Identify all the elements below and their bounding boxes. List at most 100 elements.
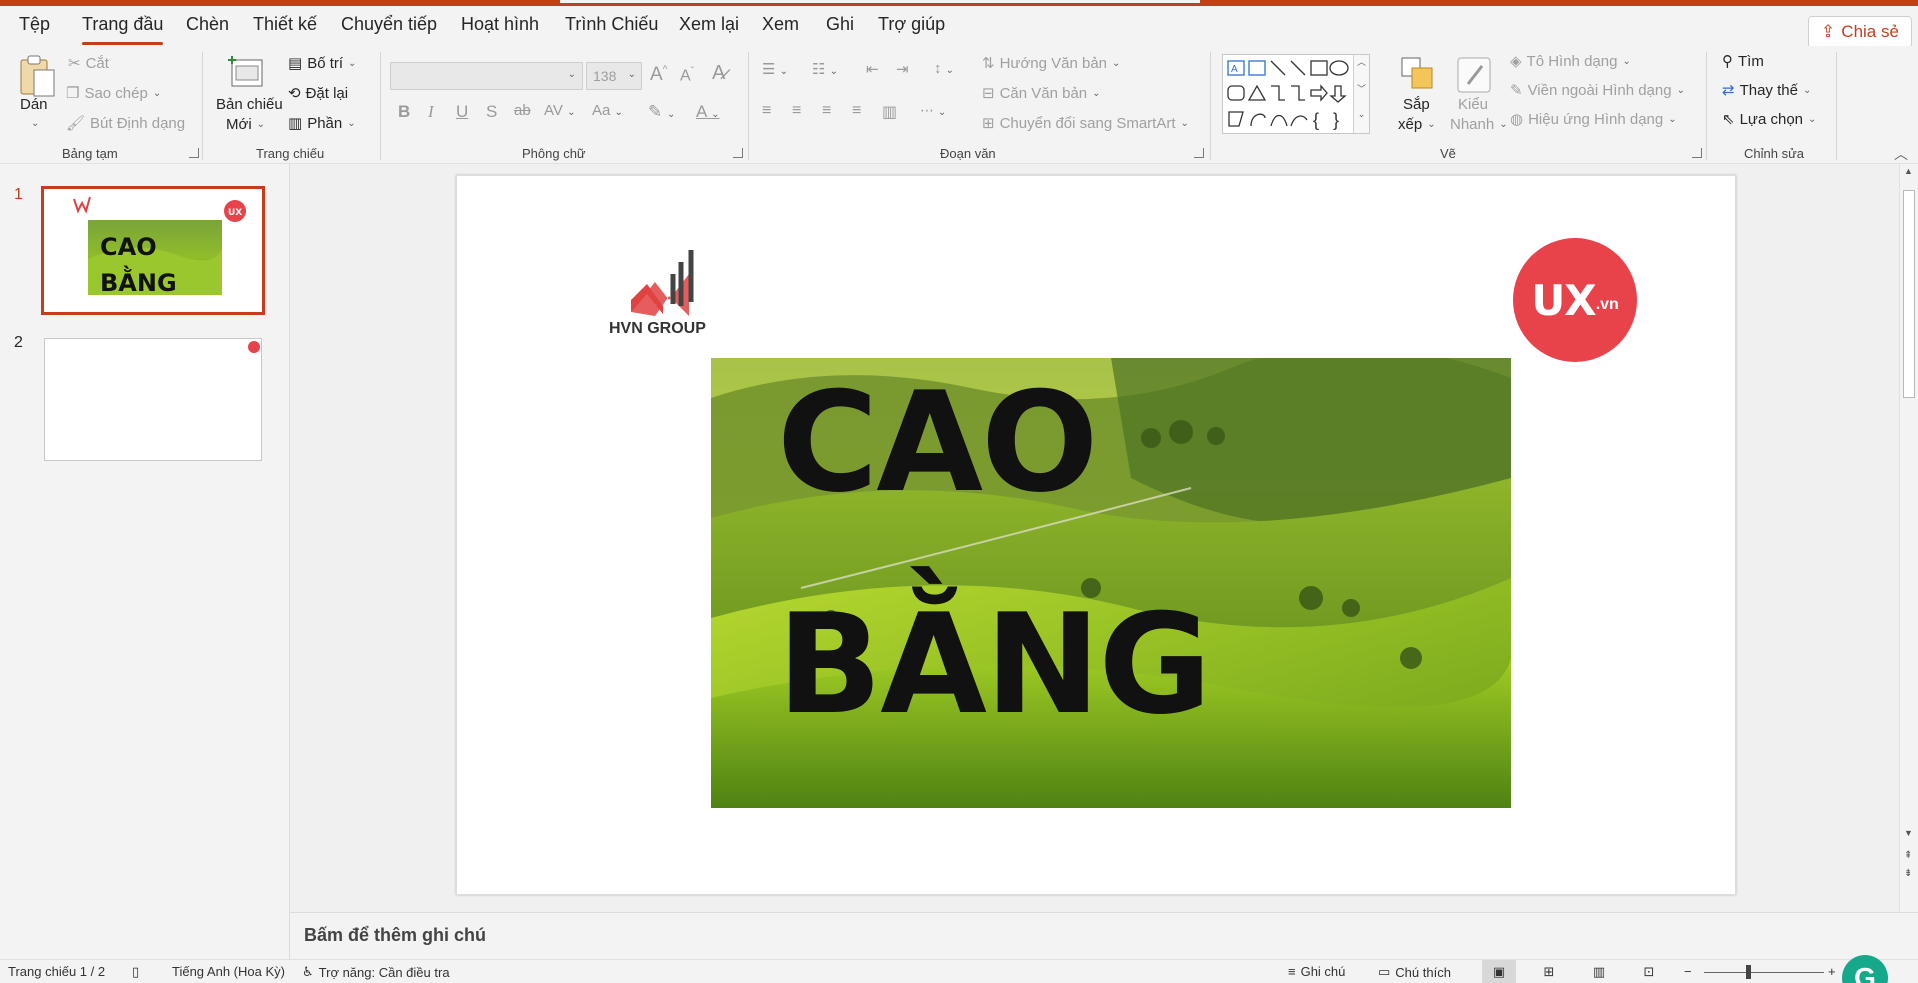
svg-text:UX: UX [228, 208, 242, 218]
share-button[interactable]: ⇪ Chia sẻ [1808, 16, 1912, 48]
smartart-button[interactable]: ⊞ Chuyển đổi sang SmartArt ⌄ [982, 114, 1189, 133]
format-painter-button[interactable]: 🖌 Bút Định dạng [66, 114, 185, 133]
justify-icon[interactable]: ≡ [852, 102, 861, 120]
reset-button[interactable]: ⟲ Đặt lại [288, 84, 348, 103]
tab-home[interactable]: Trang đầu [82, 14, 164, 45]
bullets-icon[interactable]: ☰ ⌄ [762, 60, 788, 78]
svg-text:}: } [1333, 110, 1339, 130]
prev-slide-icon[interactable]: ⇞ [1904, 850, 1912, 861]
scroll-down-icon[interactable]: ▼ [1904, 828, 1913, 838]
zoom-in-icon[interactable]: + [1828, 964, 1836, 979]
bold-button[interactable]: B [398, 102, 410, 122]
reading-view-button[interactable]: ▥ [1582, 960, 1616, 983]
slide-thumbnail-1[interactable]: UX CAO BẰNG [41, 186, 265, 315]
sorter-view-button[interactable]: ⊞ [1532, 960, 1566, 983]
tab-transitions[interactable]: Chuyển tiếp [341, 14, 437, 44]
notes-pane[interactable]: Bấm để thêm ghi chú [290, 912, 1918, 959]
align-text-button[interactable]: ⊟ Căn Văn bản ⌄ [982, 84, 1101, 103]
normal-view-button[interactable]: ▣ [1482, 960, 1516, 983]
section-button[interactable]: ▥ Phần ⌄ [288, 114, 356, 133]
accessibility-button[interactable]: ♿ Trợ năng: Cần điều tra [302, 964, 450, 980]
quick-styles-button[interactable] [1454, 54, 1494, 99]
current-slide[interactable]: HVN GROUP UX .vn CAO BẰNG [456, 175, 1736, 895]
underline-button[interactable]: U [456, 102, 468, 122]
language-indicator[interactable]: Tiếng Anh (Hoa Kỳ) [172, 964, 285, 979]
shape-effects-button[interactable]: ◍ Hiệu ứng Hình dạng ⌄ [1510, 110, 1677, 129]
shapes-gallery[interactable]: A {} ︿ ﹀ ⌄ [1222, 54, 1370, 134]
new-slide-button[interactable] [226, 54, 266, 99]
grow-font-button[interactable]: A^ [650, 64, 667, 86]
strikethrough-button[interactable]: ab [514, 102, 531, 119]
decrease-indent-icon[interactable]: ⇤ [866, 60, 879, 78]
text-direction-button[interactable]: ⇅ Hướng Văn bản ⌄ [982, 54, 1120, 73]
font-color-button[interactable]: A ⌄ [696, 102, 720, 122]
shape-fill-button[interactable]: ◈ Tô Hình dạng ⌄ [1510, 52, 1631, 71]
ribbon: Dán ⌄ ✂ Cắt ❐ Sao chép ⌄ 🖌 Bút Định dạng Bản… [0, 46, 1918, 164]
highlight-icon[interactable]: ✎ ⌄ [648, 102, 675, 122]
gallery-scroll[interactable]: ︿ ﹀ ⌄ [1353, 55, 1369, 133]
select-button[interactable]: ⇖ Lựa chọn ⌄ [1722, 110, 1816, 129]
find-button[interactable]: ⚲ Tìm [1722, 52, 1764, 71]
font-name-select[interactable]: ⌄ [390, 62, 583, 90]
thumb-2-preview [248, 341, 260, 353]
char-spacing-button[interactable]: AV ⌄ [544, 102, 575, 119]
scroll-thumb[interactable] [1903, 190, 1915, 398]
arrange-button[interactable] [1398, 54, 1438, 99]
numbering-icon[interactable]: ☷ ⌄ [812, 60, 838, 78]
tab-animations[interactable]: Hoạt hình [461, 14, 539, 44]
spellcheck-icon[interactable]: ▯ [132, 964, 139, 980]
arrange-label-2: xếp ⌄ [1398, 116, 1436, 133]
chevron-down-icon: ⌄ [567, 69, 576, 80]
tab-design[interactable]: Thiết kế [253, 14, 317, 44]
align-center-icon[interactable]: ≡ [792, 102, 801, 120]
status-bar: Trang chiếu 1 / 2 ▯ Tiếng Anh (Hoa Kỳ) ♿… [0, 959, 1918, 983]
drawing-launcher-icon[interactable] [1692, 148, 1702, 158]
paragraph-launcher-icon[interactable] [1194, 148, 1204, 158]
clear-format-icon[interactable]: A̷ [712, 62, 725, 85]
change-case-button[interactable]: Aa ⌄ [592, 102, 623, 119]
shrink-font-button[interactable]: Aˇ [680, 66, 694, 85]
line-spacing-icon[interactable]: ↕ ⌄ [934, 60, 954, 77]
next-slide-icon[interactable]: ⇟ [1904, 868, 1912, 879]
increase-indent-icon[interactable]: ⇥ [896, 60, 909, 78]
slide-thumbnail-2[interactable] [44, 338, 262, 461]
paragraph-label: Đoạn văn [940, 146, 996, 161]
chevron-down-icon[interactable]: ⌄ [31, 118, 39, 129]
zoom-slider[interactable] [1704, 972, 1824, 973]
search-icon: ⚲ [1722, 53, 1733, 70]
tab-view[interactable]: Xem [762, 14, 799, 44]
layout-button[interactable]: ▤ Bố trí ⌄ [288, 54, 356, 73]
slideshow-view-button[interactable]: ⊡ [1632, 960, 1666, 983]
font-label: Phông chữ [522, 146, 586, 161]
scroll-up-icon[interactable]: ▲ [1904, 166, 1913, 176]
zoom-out-icon[interactable]: − [1684, 964, 1692, 979]
tab-review[interactable]: Xem lại [679, 14, 739, 44]
align-left-icon[interactable]: ≡ [762, 102, 771, 120]
clipboard-launcher-icon[interactable] [189, 148, 199, 158]
scissors-icon: ✂ [68, 55, 81, 72]
tab-file[interactable]: Tệp [19, 14, 50, 44]
copy-button[interactable]: ❐ Sao chép ⌄ [66, 84, 161, 103]
font-launcher-icon[interactable] [733, 148, 743, 158]
tab-record[interactable]: Ghi [826, 14, 854, 44]
reset-icon: ⟲ [288, 85, 301, 102]
zoom-slider-handle[interactable] [1746, 965, 1751, 979]
collapse-ribbon-icon[interactable]: ︿ [1894, 144, 1908, 164]
hvn-logo-text: HVN GROUP [609, 320, 706, 337]
tab-help[interactable]: Trợ giúp [878, 14, 945, 44]
slide-title[interactable]: CAO BẰNG [777, 332, 1477, 776]
shape-outline-button[interactable]: ✎ Viền ngoài Hình dạng ⌄ [1510, 81, 1685, 100]
cut-button[interactable]: ✂ Cắt [68, 54, 109, 73]
comments-button[interactable]: ▭ Chú thích [1378, 964, 1451, 980]
align-right-icon[interactable]: ≡ [822, 102, 831, 120]
italic-button[interactable]: I [428, 102, 434, 122]
columns-icon[interactable]: ▥ [882, 102, 897, 122]
font-size-select[interactable]: 138 ⌄ [586, 62, 642, 90]
notes-toggle-button[interactable]: ≡ Ghi chú [1288, 964, 1345, 979]
replace-button[interactable]: ⇄ Thay thế ⌄ [1722, 81, 1811, 100]
layout-icon: ▤ [288, 55, 303, 72]
tab-slideshow[interactable]: Trình Chiếu [565, 14, 658, 44]
distribute-icon[interactable]: ⋯ ⌄ [920, 102, 946, 119]
shadow-button[interactable]: S [486, 102, 497, 122]
tab-insert[interactable]: Chèn [186, 14, 229, 44]
